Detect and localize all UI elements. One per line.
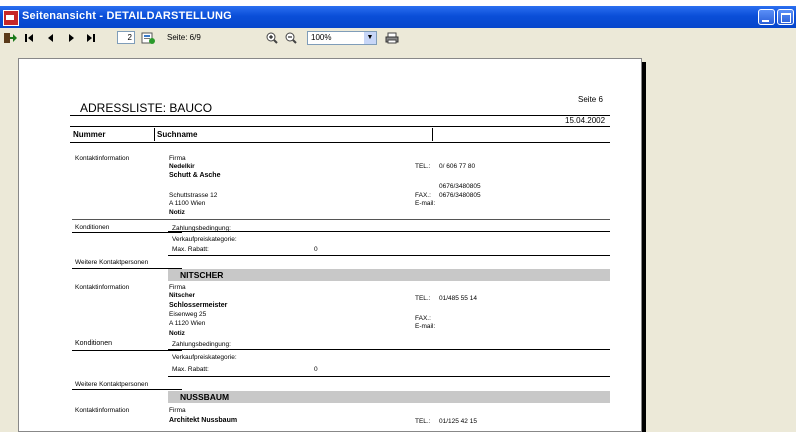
zoom-select[interactable]: 100% ▼ bbox=[307, 31, 377, 45]
weitere-label: Weitere Kontaktpersonen bbox=[75, 259, 149, 266]
exit-icon[interactable] bbox=[3, 32, 17, 44]
firma-name: Nitscher bbox=[169, 292, 196, 299]
rabatt-value: 0 bbox=[314, 366, 318, 373]
street: Eisenweg 25 bbox=[169, 311, 207, 318]
prev-page-icon[interactable] bbox=[46, 32, 56, 44]
goto-page-icon[interactable] bbox=[140, 32, 156, 44]
title-bar: Seitenansicht - DETAILDARSTELLUNG bbox=[0, 6, 796, 28]
email-label: E-mail: bbox=[415, 323, 436, 330]
report-page-label: Seite 6 bbox=[578, 95, 603, 104]
section-label: Kontaktinformation bbox=[75, 155, 130, 162]
city: A 1100 Wien bbox=[169, 200, 206, 207]
report-title: ADRESSLISTE: BAUCO bbox=[80, 101, 213, 115]
fax-value: 0676/3480805 bbox=[439, 192, 481, 199]
minimize-button[interactable] bbox=[758, 9, 775, 25]
col-divider bbox=[432, 128, 433, 141]
company-name: Architekt Nussbaum bbox=[169, 417, 238, 424]
bar-name: NUSSBAUM bbox=[180, 392, 230, 402]
rule bbox=[72, 268, 182, 269]
weitere-label: Weitere Kontaktpersonen bbox=[75, 381, 149, 388]
first-page-icon[interactable] bbox=[24, 32, 34, 44]
verkauf-label: Verkaufpreiskategorie: bbox=[172, 236, 237, 243]
rabatt-label: Max. Rabatt: bbox=[172, 366, 209, 373]
page-indicator: Seite: 6/9 bbox=[167, 33, 201, 42]
rule bbox=[72, 350, 182, 351]
konditionen-label: Konditionen bbox=[75, 340, 112, 347]
firma-label: Firma bbox=[169, 284, 186, 291]
rule bbox=[168, 231, 610, 232]
zoom-in-icon[interactable] bbox=[266, 32, 278, 44]
fax-label: FAX.: bbox=[415, 192, 431, 199]
rabatt-label: Max. Rabatt: bbox=[172, 246, 209, 253]
firma-name: Nedelkir bbox=[169, 163, 195, 170]
col-suchname: Suchname bbox=[157, 130, 198, 139]
page-shadow bbox=[642, 62, 646, 432]
app-icon bbox=[3, 10, 19, 26]
preview-toolbar: 2 Seite: 6/9 100% ▼ bbox=[0, 28, 796, 48]
city: A 1120 Wien bbox=[169, 320, 206, 327]
tel-value: 01/485 55 14 bbox=[439, 295, 477, 302]
bar-name: NITSCHER bbox=[180, 270, 224, 280]
rule bbox=[70, 126, 610, 127]
name-bar bbox=[168, 391, 610, 403]
rule bbox=[70, 115, 610, 116]
rule bbox=[72, 219, 610, 220]
zoom-value: 100% bbox=[311, 33, 332, 42]
street: Schuttstrasse 12 bbox=[169, 192, 218, 199]
fax-label: FAX.: bbox=[415, 315, 431, 322]
col-nummer: Nummer bbox=[73, 130, 106, 139]
rabatt-value: 0 bbox=[314, 246, 318, 253]
konditionen-label: Konditionen bbox=[75, 224, 110, 231]
tel-label: TEL.: bbox=[415, 418, 431, 425]
tel-value: 0/ 606 77 80 bbox=[439, 163, 476, 170]
maximize-button[interactable] bbox=[777, 9, 794, 25]
page-number-input[interactable]: 2 bbox=[117, 31, 135, 44]
rule bbox=[168, 255, 610, 256]
window-title: Seitenansicht - DETAILDARSTELLUNG bbox=[22, 10, 232, 22]
col-divider bbox=[154, 128, 155, 141]
chevron-down-icon[interactable]: ▼ bbox=[364, 32, 376, 44]
zahlung-label: Zahlungsbedingung: bbox=[172, 341, 231, 348]
company-name: Schutt & Asche bbox=[169, 172, 221, 179]
firma-label: Firma bbox=[169, 155, 186, 162]
section-label: Kontaktinformation bbox=[75, 284, 130, 291]
zoom-out-icon[interactable] bbox=[285, 32, 297, 44]
section-label: Kontaktinformation bbox=[75, 407, 130, 414]
company-name: Schlossermeister bbox=[169, 302, 228, 309]
tel-value: 01/125 42 15 bbox=[439, 418, 477, 425]
email-label: E-mail: bbox=[415, 200, 436, 207]
print-icon[interactable] bbox=[385, 32, 399, 44]
verkauf-label: Verkaufpreiskategorie: bbox=[172, 354, 237, 361]
rule bbox=[72, 389, 182, 390]
firma-label: Firma bbox=[169, 407, 186, 414]
report-date: 15.04.2002 bbox=[565, 116, 606, 125]
rule bbox=[70, 142, 610, 143]
rule bbox=[72, 232, 182, 233]
name-bar bbox=[168, 269, 610, 281]
phone2-value: 0676/3480805 bbox=[439, 183, 481, 190]
last-page-icon[interactable] bbox=[86, 32, 96, 44]
rule bbox=[168, 376, 610, 377]
notiz-label: Notiz bbox=[169, 330, 185, 337]
next-page-icon[interactable] bbox=[66, 32, 76, 44]
rule bbox=[168, 349, 610, 350]
tel-label: TEL.: bbox=[415, 295, 431, 302]
tel-label: TEL.: bbox=[415, 163, 431, 170]
notiz-label: Notiz bbox=[169, 209, 185, 216]
